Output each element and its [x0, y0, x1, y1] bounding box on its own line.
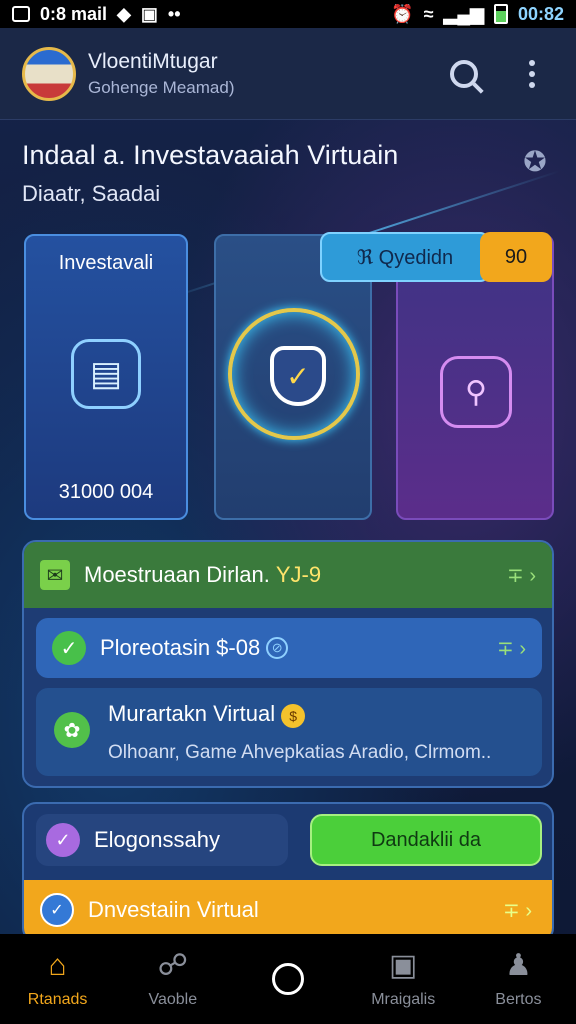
battery-icon	[493, 4, 508, 24]
rate-chip[interactable]: ℜ Qyedidn 90	[320, 232, 552, 282]
list-item-title: Murartakn Virtual $	[108, 700, 306, 728]
app-titles: VloentiMtugar Gohenge Meamad)	[88, 50, 418, 98]
page-title: Indaal a. Investavaaiah Virtuain	[22, 140, 399, 170]
nav-item-label: Mraigalis	[371, 991, 436, 1008]
wifi-icon: ≈	[423, 3, 434, 24]
list-item[interactable]: ✉ Moestruaan Dirlan. YJ-9 ∓ ›	[24, 542, 552, 608]
investment-card-label: Investavali	[58, 252, 154, 274]
magnifier-coin-icon: ⚲	[440, 356, 512, 428]
app-subtitle: Gohenge Meamad)	[88, 77, 235, 97]
favorite-badge-icon[interactable]: ✪	[518, 144, 552, 178]
list-item-description: Olhoanr, Game Ahvepkatias Aradio, Clrmom…	[108, 741, 492, 763]
list-item-label: Ploreotasin $-08	[100, 635, 261, 660]
status-bar: 0:8 mail ◆ ▣ •• ⏰ ≈ ▂▄▆ 00:82	[0, 0, 576, 28]
nav-item-home[interactable]: ⌂ Rtanads	[0, 934, 115, 1024]
check-badge-icon: ✓	[46, 823, 80, 857]
page-heading: Indaal a. Investavaaiah Virtuain Diaatr,…	[22, 140, 552, 207]
coin-icon: $	[281, 703, 306, 728]
nav-item-box[interactable]: ▣ Mraigalis	[346, 934, 461, 1024]
nav-item-label: Rtanads	[27, 991, 88, 1008]
search-icon	[450, 59, 478, 88]
app-header: VloentiMtugar Gohenge Meamad)	[0, 28, 576, 120]
mail-icon: ✉	[40, 560, 70, 590]
network-icon: ☍	[157, 949, 188, 982]
list-item-label: Moestruaan Dirlan.	[84, 562, 270, 587]
status-time: 00:82	[517, 3, 564, 24]
system-home-button[interactable]	[230, 934, 345, 1024]
chevron-right-icon: ∓ ›	[507, 564, 536, 587]
virtual-investment-label: Dnvestaiin Virtual	[88, 897, 259, 922]
target-ring: ✓	[228, 308, 360, 440]
status-left: 0:8 mail ◆ ▣ ••	[12, 4, 181, 25]
file-notification-icon: ▣	[140, 3, 158, 24]
avatar[interactable]	[22, 46, 76, 101]
more-notifications-icon: ••	[167, 3, 181, 24]
investment-card-value: 31000 004	[58, 481, 154, 503]
home-circle-icon	[272, 963, 304, 995]
check-circle-icon: ✓	[52, 631, 86, 665]
more-vertical-icon	[529, 59, 535, 88]
bottom-nav: ⌂ Rtanads ☍ Vaoble ▣ Mraigalis ♟ Bertos	[0, 934, 576, 1024]
status-left-text: 0:8 mail	[40, 3, 108, 24]
info-icon: ⊘	[266, 637, 289, 659]
list-item[interactable]: ✓ Ploreotasin $-08 ⊘ ∓ ›	[36, 618, 542, 678]
virtual-investment-row[interactable]: ✓ Dnvestaiin Virtual ∓ ›	[24, 880, 552, 940]
page-subtitle: Diaatr, Saadai	[22, 181, 161, 206]
image-notification-icon	[12, 6, 30, 22]
box-icon: ▣	[389, 949, 418, 982]
signal-icon: ▂▄▆	[443, 3, 484, 24]
primary-action-button[interactable]: Dandaklii da	[310, 814, 542, 866]
app-screen: 0:8 mail ◆ ▣ •• ⏰ ≈ ▂▄▆ 00:82 VloentiMtu…	[0, 0, 576, 1024]
chevron-right-icon: ∓ ›	[503, 899, 532, 922]
status-right: ⏰ ≈ ▂▄▆ 00:82	[391, 4, 564, 25]
security-toggle[interactable]: ✓ Elogonssahy	[36, 814, 288, 866]
list-item-title-text: Murartakn Virtual	[108, 700, 276, 726]
security-toggle-label: Elogonssahy	[94, 827, 220, 852]
app-title: VloentiMtugar	[88, 49, 218, 73]
nav-item-network[interactable]: ☍ Vaoble	[115, 934, 230, 1024]
list-item[interactable]: ✿ Murartakn Virtual $ Olhoanr, Game Ahvep…	[36, 688, 542, 776]
person-icon: ♟	[504, 949, 532, 982]
chevron-right-icon: ∓ ›	[497, 637, 526, 660]
list-item-suffix: YJ-9	[275, 562, 322, 587]
notification-icon: ◆	[117, 3, 131, 24]
rate-chip-badge: 90	[480, 232, 552, 282]
nav-item-label: Bertos	[495, 991, 542, 1008]
growth-chart-icon: ▤	[71, 339, 141, 409]
investment-card[interactable]: Investavali ▤ 31000 004	[24, 234, 188, 520]
search-button[interactable]	[442, 52, 486, 96]
alarm-icon: ⏰	[391, 3, 414, 24]
leaf-icon: ✿	[54, 712, 90, 748]
action-panel: ✓ Elogonssahy Dandaklii da ✓ Dnvestaiin …	[22, 802, 554, 942]
list-panel: ✉ Moestruaan Dirlan. YJ-9 ∓ › ✓ Ploreota…	[22, 540, 554, 788]
more-menu-button[interactable]	[510, 52, 554, 96]
rate-chip-label: ℜ Qyedidn	[320, 232, 490, 282]
shield-check-icon: ✓	[270, 346, 326, 406]
home-icon: ⌂	[48, 949, 67, 982]
shield-icon: ✓	[40, 893, 74, 927]
nav-item-profile[interactable]: ♟ Bertos	[461, 934, 576, 1024]
nav-item-label: Vaoble	[148, 991, 198, 1008]
